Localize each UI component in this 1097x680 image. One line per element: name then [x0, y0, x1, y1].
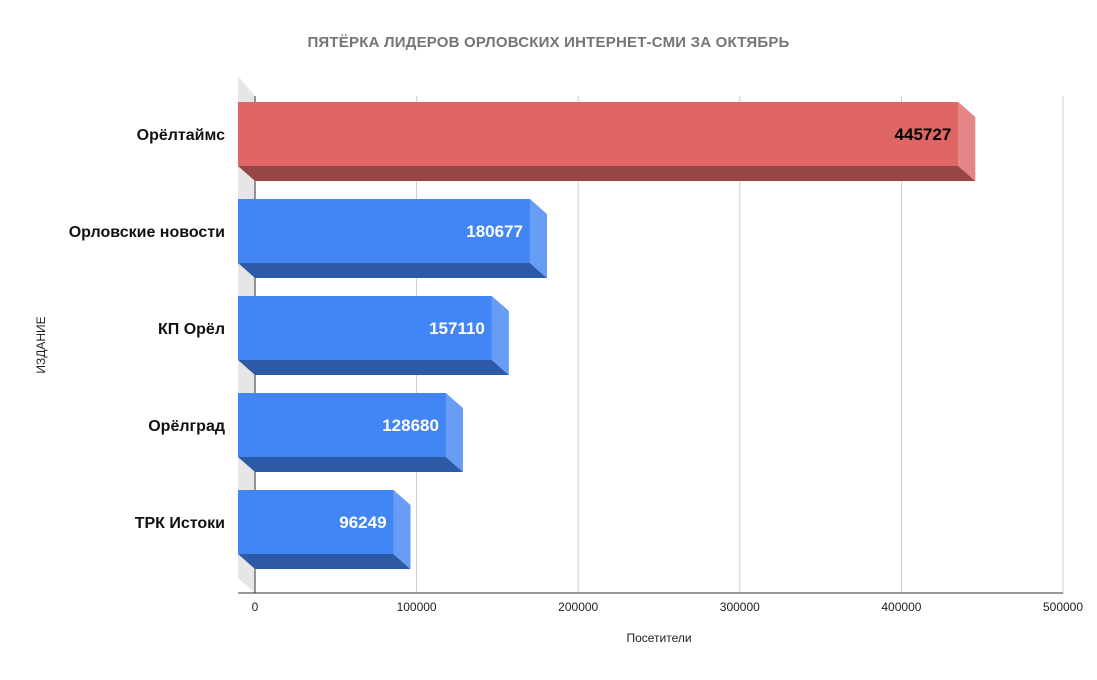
category-label: Орловские новости [69, 224, 225, 241]
x-tick-label: 100000 [397, 600, 437, 614]
y-axis-label: ИЗДАНИЕ [34, 316, 48, 374]
data-label: 157110 [429, 319, 485, 338]
data-label: 96249 [339, 513, 386, 532]
bar-bottom-face [238, 360, 509, 375]
x-tick-label: 300000 [720, 600, 760, 614]
x-axis-label: Посетители [626, 631, 692, 645]
x-tick-label: 200000 [558, 600, 598, 614]
bar-chart: 0 100000 200000 300000 400000 500000 445727 Орё… [69, 76, 1083, 614]
bar-bottom-face [238, 457, 463, 472]
data-label: 180677 [466, 222, 523, 241]
category-label: Орёлград [148, 418, 225, 435]
data-label: 445727 [895, 125, 952, 144]
data-label: 128680 [382, 416, 439, 435]
x-tick-label: 0 [252, 600, 259, 614]
category-label: КП Орёл [158, 321, 225, 338]
bar-bottom-face [238, 554, 411, 569]
category-label: Орёлтаймс [137, 127, 225, 144]
x-tick-label: 500000 [1043, 600, 1083, 614]
bar [238, 102, 959, 166]
bar-bottom-face [238, 263, 547, 278]
category-label: ТРК Истоки [135, 515, 225, 532]
x-tick-label: 400000 [881, 600, 921, 614]
bar-bottom-face [238, 166, 976, 181]
